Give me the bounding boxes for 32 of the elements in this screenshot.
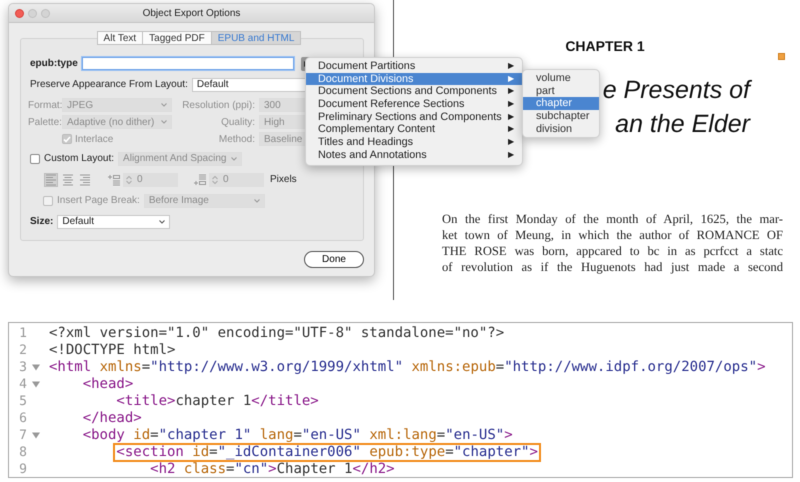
code-line: </head> [82, 411, 142, 426]
field-label: Quality: [220, 116, 255, 128]
checkbox-label: Insert Page Break: [57, 195, 140, 206]
units-label: Pixels [270, 174, 297, 185]
field-label: Resolution (ppi): [181, 100, 255, 110]
code-line: <h2 class="cn">Chapter 1</h2> [150, 462, 395, 477]
line-number: 3 [18, 360, 27, 375]
title-text: an the Elder [615, 109, 750, 140]
code-line: <!DOCTYPE html> [49, 343, 176, 358]
line-number: 9 [18, 462, 27, 477]
code-line: <?xml version="1.0" encoding="UTF-8" standalone="no"?> [49, 326, 504, 341]
line-number: 4 [18, 377, 27, 392]
code-line: <html xmlns="http://www.w3.org/1999/xhtml" xmlns:epub="http://www.idpf.org/2007/ops"> [49, 360, 766, 375]
code-line: <title>chapter 1</title> [116, 394, 319, 409]
code-line: <head> [82, 377, 134, 392]
field-label: Method: [218, 134, 255, 144]
line-number: 2 [18, 343, 27, 358]
line-number: 8 [18, 445, 27, 460]
chapter-heading: CHAPTER 1 [565, 38, 645, 54]
body-paragraph: On the first Monday of the month of April, 1625, the mar- ket town of Meung, in which the author of ROMANCE OF THE ROSE was born, appcared to bc in as pcrfcct a statc of revolution as if the Huguenots had just made a second [442, 211, 783, 275]
checkbox-label: Custom Layout: [44, 153, 114, 164]
line-number: 5 [18, 394, 27, 409]
window-title: Object Export Options [142, 8, 240, 18]
field-label: epub:type [30, 58, 78, 69]
field-label: Size: [30, 216, 54, 227]
title-text: e Presents of [602, 75, 750, 106]
line-number: 1 [18, 326, 27, 341]
code-line: <body id="chapter 1" lang="en-US" xml:lang="en-US"> [82, 428, 513, 443]
checkbox-label: Interlace [75, 134, 114, 144]
line-number: 6 [18, 411, 27, 426]
line-number: 7 [18, 428, 27, 443]
field-label: Preserve Appearance From Layout: [30, 79, 188, 90]
